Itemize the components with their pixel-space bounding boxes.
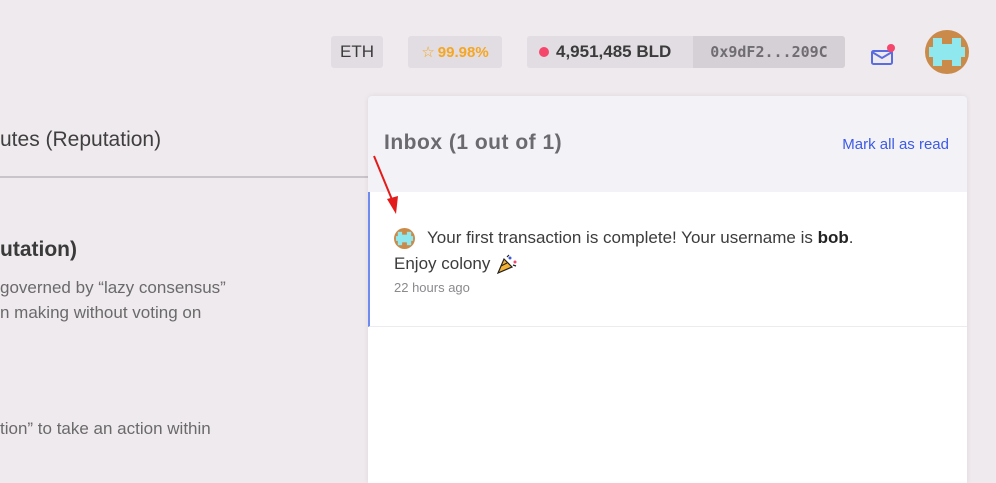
reputation-value: 99.98% xyxy=(437,43,489,61)
notification-username: bob xyxy=(817,228,849,247)
party-popper-icon xyxy=(497,254,517,274)
notification-avatar xyxy=(394,228,415,249)
token-dot-icon xyxy=(539,47,549,57)
envelope-icon xyxy=(871,44,895,65)
section-title: utation) xyxy=(0,238,77,261)
wallet-balance[interactable]: 4,951,485 BLD 0x9dF2...209C xyxy=(527,36,845,68)
notification-text-start: Your first transaction is complete! Your… xyxy=(427,228,818,247)
star-icon: ☆ xyxy=(421,44,435,61)
notification-text: Your first transaction is complete! Your… xyxy=(427,228,853,248)
balance-value: 4,951,485 BLD xyxy=(556,42,672,61)
mark-all-read-button[interactable]: Mark all as read xyxy=(842,136,949,153)
notification-timestamp: 22 hours ago xyxy=(394,280,470,295)
network-badge: ETH xyxy=(331,36,383,68)
notification-text-colony: Enjoy colony xyxy=(394,254,491,273)
network-label: ETH xyxy=(340,42,374,61)
inbox-button[interactable] xyxy=(870,44,896,66)
tab-reputation[interactable]: utes (Reputation) xyxy=(0,128,161,152)
notification-item[interactable]: Your first transaction is complete! Your… xyxy=(368,192,967,327)
section-text: n making without voting on xyxy=(0,303,202,322)
notification-text-line2: Enjoy colony xyxy=(394,254,518,274)
avatar-icon xyxy=(925,30,969,74)
tab-divider xyxy=(0,176,368,178)
colony-settings-page: utes (Reputation) utation) governed by “… xyxy=(0,96,368,483)
unread-dot-icon xyxy=(887,44,895,52)
user-avatar[interactable] xyxy=(925,30,969,74)
wallet-address[interactable]: 0x9dF2...209C xyxy=(693,36,845,68)
notification-list: Your first transaction is complete! Your… xyxy=(368,192,967,483)
inbox-title: Inbox (1 out of 1) xyxy=(384,131,563,154)
inbox-popover: Inbox (1 out of 1) Mark all as read Your… xyxy=(368,96,967,483)
top-bar: ETH ☆ 99.98% 4,951,485 BLD 0x9dF2...209C xyxy=(0,0,996,96)
section-text: governed by “lazy consensus” xyxy=(0,278,226,297)
reputation-badge: ☆ 99.98% xyxy=(408,36,502,68)
avatar-icon xyxy=(394,228,415,249)
section-text: tion” to take an action within xyxy=(0,419,211,438)
notification-text-end: . xyxy=(848,228,854,247)
